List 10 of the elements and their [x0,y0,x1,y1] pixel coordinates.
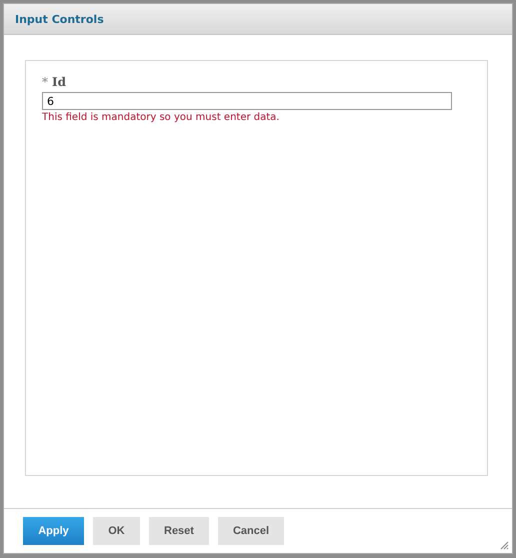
dialog-button[interactable]: Cancel [218,517,284,545]
required-mark: * [42,75,48,89]
resize-grip-icon[interactable] [500,541,509,550]
input-field[interactable]: 6 [42,92,452,110]
window-title: Input Controls [15,12,104,26]
field-label: Id [52,75,66,89]
apply-button[interactable]: Apply [23,517,84,545]
dialog-button[interactable]: Reset [149,517,209,545]
error-message: This field is mandatory so you must enter data. [42,112,280,123]
dialog-button[interactable]: OK [93,517,140,545]
